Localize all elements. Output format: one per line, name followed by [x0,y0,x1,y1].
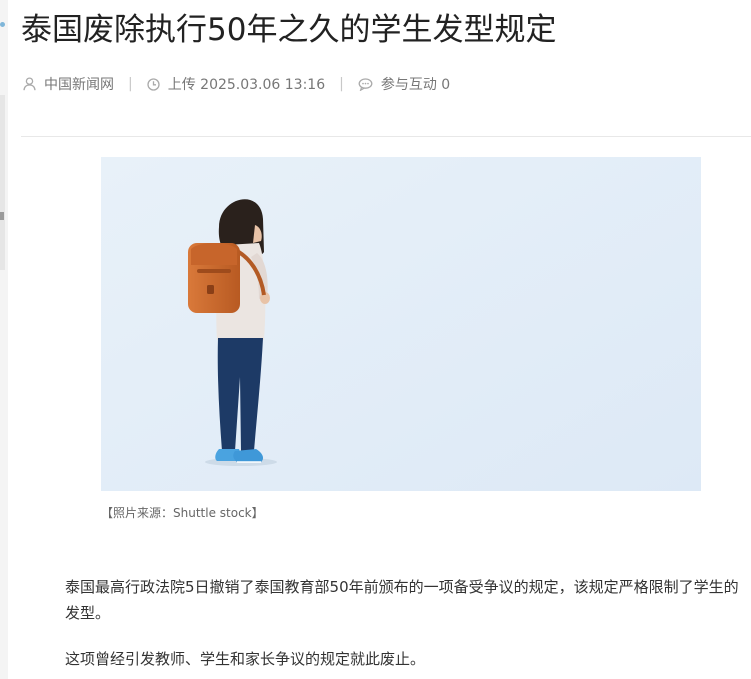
interaction-item[interactable]: 参与互动 0 [358,74,450,94]
clock-icon [147,77,160,91]
upload-time-text: 上传 2025.03.06 13:16 [167,77,326,93]
source-text: 中国新闻网 [44,77,114,93]
upload-time-item: 上传 2025.03.06 13:16 [147,74,325,94]
article-title: 泰国废除执行50年之久的学生发型规定 [21,12,557,48]
comment-icon [358,77,373,91]
sidebar-panel-edge [0,95,5,270]
article-paragraph: 泰国最高行政法院5日撤销了泰国教育部50年前颁布的一项备受争议的规定，该规定严格… [65,578,739,622]
article-meta: 中国新闻网 | 上传 2025.03.06 13:16 | 参与互动 0 [23,74,450,94]
interaction-count-text: 参与互动 0 [380,77,451,93]
meta-separator: | [339,76,344,92]
article-photo [101,157,701,491]
left-sidebar-strip [0,0,8,679]
sidebar-marker [0,22,5,27]
image-caption: 【照片来源：Shuttle stock】 [101,506,264,520]
meta-separator: | [128,76,133,92]
article-paragraph: 这项曾经引发教师、学生和家长争议的规定就此废止。 [65,650,426,668]
user-icon [23,77,36,91]
title-divider [21,136,751,137]
sidebar-marker [0,212,4,220]
source-item[interactable]: 中国新闻网 [23,74,114,94]
